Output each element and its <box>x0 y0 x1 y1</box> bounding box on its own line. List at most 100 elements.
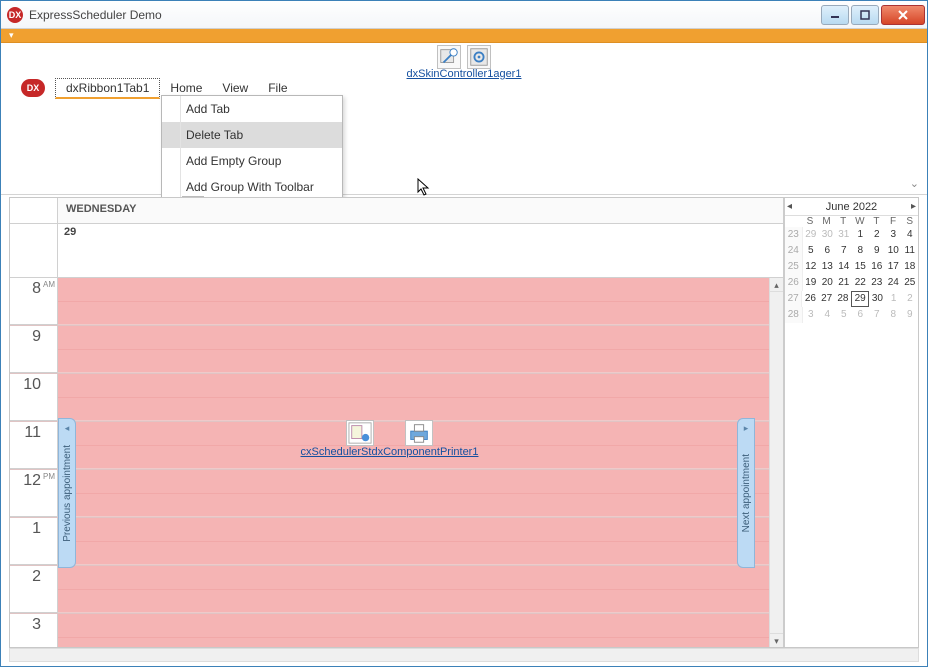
calendar-day[interactable]: 10 <box>885 243 902 259</box>
calendar-day[interactable]: 5 <box>836 307 853 323</box>
window-buttons <box>821 5 927 25</box>
scheduler-allday-row[interactable]: 29 <box>10 224 783 278</box>
dow-wed: W <box>852 216 869 227</box>
maximize-button[interactable] <box>851 5 879 25</box>
previous-appointment-tab[interactable]: ◂ Previous appointment <box>58 418 76 568</box>
calendar-day[interactable]: 19 <box>803 275 820 291</box>
minimize-button[interactable] <box>821 5 849 25</box>
calendar-day[interactable]: 9 <box>902 307 919 323</box>
component-printer-icon[interactable] <box>405 420 433 446</box>
calendar-day[interactable]: 30 <box>869 291 885 307</box>
time-cell-0[interactable] <box>58 278 769 325</box>
context-menu-item-0[interactable]: Add Tab <box>162 96 342 122</box>
time-cell-5[interactable] <box>58 518 769 565</box>
calendar-header: ◂ June 2022 ▸ <box>785 198 918 216</box>
horizontal-scrollbar[interactable] <box>9 648 919 662</box>
calendar-day[interactable]: 27 <box>819 291 835 307</box>
calendar-day[interactable]: 29 <box>803 227 820 243</box>
component-skin-icon[interactable] <box>437 45 461 69</box>
time-cell-6[interactable] <box>58 566 769 613</box>
calendar-week-1: 24567891011 <box>785 243 918 259</box>
calendar-day[interactable]: 6 <box>819 243 836 259</box>
calendar-day[interactable]: 5 <box>803 243 820 259</box>
calendar-day[interactable]: 28 <box>835 291 851 307</box>
calendar-day[interactable]: 3 <box>803 307 820 323</box>
calendar-day[interactable]: 6 <box>852 307 869 323</box>
time-gutter-4: 12PM <box>10 470 58 517</box>
scheduler-time-grid[interactable]: 8AM9101112PM123 ◂ Previous appointment ▸… <box>10 278 769 647</box>
calendar-day[interactable]: 16 <box>869 259 886 275</box>
ribbon-expand-chevron-icon[interactable]: ⌄ <box>910 177 919 190</box>
calendar-day[interactable]: 23 <box>869 275 886 291</box>
calendar-title[interactable]: June 2022 <box>792 201 911 213</box>
calendar-day[interactable]: 18 <box>902 259 919 275</box>
time-gutter-3: 11 <box>10 422 58 469</box>
time-cell-7[interactable] <box>58 614 769 647</box>
calendar-day[interactable]: 22 <box>852 275 869 291</box>
calendar-day[interactable]: 8 <box>852 243 869 259</box>
scheduler-day-number: 29 <box>58 224 783 277</box>
calendar-day[interactable]: 2 <box>902 291 918 307</box>
time-hour-4: 12 <box>23 472 41 490</box>
calendar-day[interactable]: 26 <box>802 291 818 307</box>
calendar-day[interactable]: 1 <box>852 227 869 243</box>
ribbon-tab-0[interactable]: dxRibbon1Tab1 <box>55 78 160 99</box>
app-icon: DX <box>7 7 23 23</box>
calendar-day[interactable]: 4 <box>902 227 919 243</box>
calendar-day[interactable]: 2 <box>869 227 886 243</box>
component-scheduler-storage-icon[interactable] <box>346 420 374 446</box>
calendar-day[interactable]: 8 <box>885 307 902 323</box>
time-row-6[interactable]: 2 <box>10 566 769 614</box>
calendar-day[interactable]: 30 <box>819 227 836 243</box>
time-cell-2[interactable] <box>58 374 769 421</box>
time-row-4[interactable]: 12PM <box>10 470 769 518</box>
calendar-day[interactable]: 4 <box>819 307 836 323</box>
calendar-day[interactable]: 17 <box>885 259 902 275</box>
quick-access-dropdown-icon[interactable]: ▾ <box>9 30 14 41</box>
calendar-day[interactable]: 25 <box>902 275 919 291</box>
calendar-day[interactable]: 24 <box>885 275 902 291</box>
calendar-day[interactable]: 11 <box>902 243 919 259</box>
time-row-0[interactable]: 8AM <box>10 278 769 326</box>
time-row-7[interactable]: 3 <box>10 614 769 647</box>
dow-sat: S <box>901 216 918 227</box>
component-printer-caption[interactable]: dxComponentPrinter1 <box>371 446 478 458</box>
calendar-day[interactable]: 12 <box>803 259 820 275</box>
context-menu-item-2[interactable]: Add Empty Group <box>162 148 342 174</box>
time-cell-1[interactable] <box>58 326 769 373</box>
next-appointment-tab[interactable]: ▸ Next appointment <box>737 418 755 568</box>
close-button[interactable] <box>881 5 925 25</box>
calendar-day[interactable]: 21 <box>836 275 853 291</box>
ribbon-app-badge[interactable]: DX <box>21 79 45 97</box>
calendar-dow-row: S M T W T F S <box>785 216 918 227</box>
calendar-day[interactable]: 29 <box>851 291 869 307</box>
component-gear-icon[interactable] <box>467 45 491 69</box>
context-menu-item-1[interactable]: Delete Tab <box>162 122 342 148</box>
calendar-day[interactable]: 31 <box>836 227 853 243</box>
calendar-day[interactable]: 3 <box>885 227 902 243</box>
calendar-day[interactable]: 13 <box>819 259 836 275</box>
calendar-day[interactable]: 14 <box>836 259 853 275</box>
time-hour-1: 9 <box>32 328 41 346</box>
calendar-day[interactable]: 7 <box>836 243 853 259</box>
scheduler-vertical-scrollbar[interactable]: ▴ ▾ <box>769 278 783 647</box>
calendar-weeknum-4: 27 <box>785 291 802 307</box>
calendar-day[interactable]: 20 <box>819 275 836 291</box>
time-cell-4[interactable] <box>58 470 769 517</box>
calendar-day[interactable]: 15 <box>852 259 869 275</box>
close-icon <box>897 9 909 21</box>
scroll-up-icon[interactable]: ▴ <box>770 278 783 292</box>
calendar-day[interactable]: 1 <box>886 291 902 307</box>
calendar-weeknum-1: 24 <box>785 243 803 259</box>
calendar-next-month-icon[interactable]: ▸ <box>911 201 916 212</box>
component-scheduler-storage-caption[interactable]: cxSchedulerSt <box>301 446 372 458</box>
time-row-5[interactable]: 1 <box>10 518 769 566</box>
calendar-day[interactable]: 7 <box>869 307 886 323</box>
scroll-down-icon[interactable]: ▾ <box>770 633 783 647</box>
designer-component-tray: dxSkinController1ager1 <box>1 43 927 80</box>
time-row-2[interactable]: 10 <box>10 374 769 422</box>
time-row-1[interactable]: 9 <box>10 326 769 374</box>
component-skin-caption[interactable]: dxSkinController1ager1 <box>407 68 522 80</box>
calendar-weeknum-5: 28 <box>785 307 803 323</box>
calendar-day[interactable]: 9 <box>869 243 886 259</box>
